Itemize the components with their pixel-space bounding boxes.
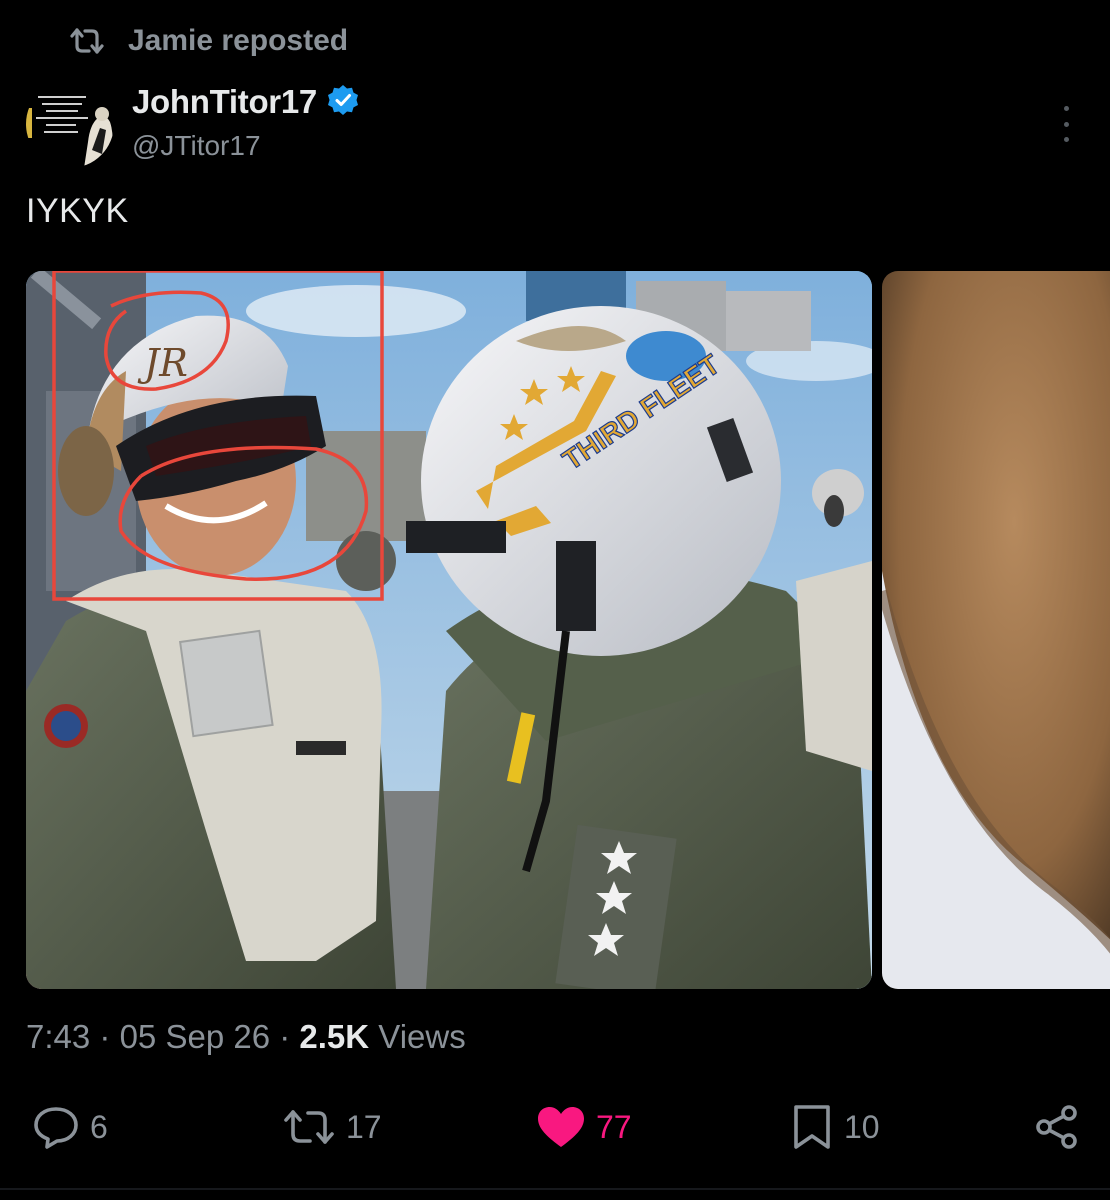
- bookmark-count: 10: [844, 1108, 880, 1145]
- repost-icon: [68, 26, 106, 56]
- meta-separator: ·: [279, 1018, 291, 1055]
- heart-icon: [536, 1105, 586, 1149]
- avatar-figure: [26, 107, 114, 168]
- repost-icon: [282, 1107, 336, 1147]
- repost-button[interactable]: 17: [282, 1100, 382, 1154]
- more-dot-icon: [1063, 121, 1069, 127]
- repost-context[interactable]: Jamie reposted: [68, 22, 348, 60]
- views-label: Views: [378, 1018, 466, 1055]
- like-count: 77: [596, 1108, 632, 1145]
- tweet-date[interactable]: 05 Sep 26: [120, 1018, 270, 1055]
- tweet-image-secondary[interactable]: [882, 271, 1110, 989]
- views-count: 2.5K: [299, 1018, 370, 1055]
- divider: [0, 1188, 1110, 1190]
- tweet-time[interactable]: 7:43: [26, 1018, 90, 1055]
- more-dot-icon: [1063, 106, 1069, 111]
- avatar[interactable]: [26, 80, 114, 168]
- bookmark-button[interactable]: 10: [790, 1100, 880, 1154]
- helmet-initials: JR: [137, 341, 188, 385]
- reply-icon: [32, 1104, 80, 1150]
- share-icon: [1034, 1104, 1080, 1150]
- verified-badge-icon: [327, 84, 359, 121]
- photo-closeup-illustration: [882, 271, 1110, 989]
- tweet-text: IYKYK: [26, 192, 129, 230]
- repost-label: Jamie reposted: [128, 24, 349, 57]
- author-handle[interactable]: @JTitor17: [132, 130, 359, 162]
- reply-count: 6: [90, 1108, 108, 1145]
- photo-illustration: JR THIRD FLEET: [26, 271, 872, 989]
- share-button[interactable]: [1034, 1100, 1080, 1154]
- repost-count: 17: [346, 1108, 382, 1145]
- author-info[interactable]: JohnTitor17 @JTitor17: [132, 80, 359, 162]
- author-display-name[interactable]: JohnTitor17: [132, 83, 317, 121]
- more-dot-icon: [1063, 137, 1069, 142]
- like-button[interactable]: 77: [536, 1100, 632, 1154]
- meta-separator: ·: [99, 1018, 111, 1055]
- bookmark-icon: [790, 1103, 834, 1151]
- tweet-action-bar: 6 17 77 10: [0, 1100, 1110, 1154]
- tweet-image-main[interactable]: JR THIRD FLEET: [26, 271, 872, 989]
- more-options-button[interactable]: [1054, 106, 1078, 142]
- reply-button[interactable]: 6: [32, 1100, 108, 1154]
- tweet-meta: 7:43 · 05 Sep 26 · 2.5K Views: [26, 1018, 466, 1056]
